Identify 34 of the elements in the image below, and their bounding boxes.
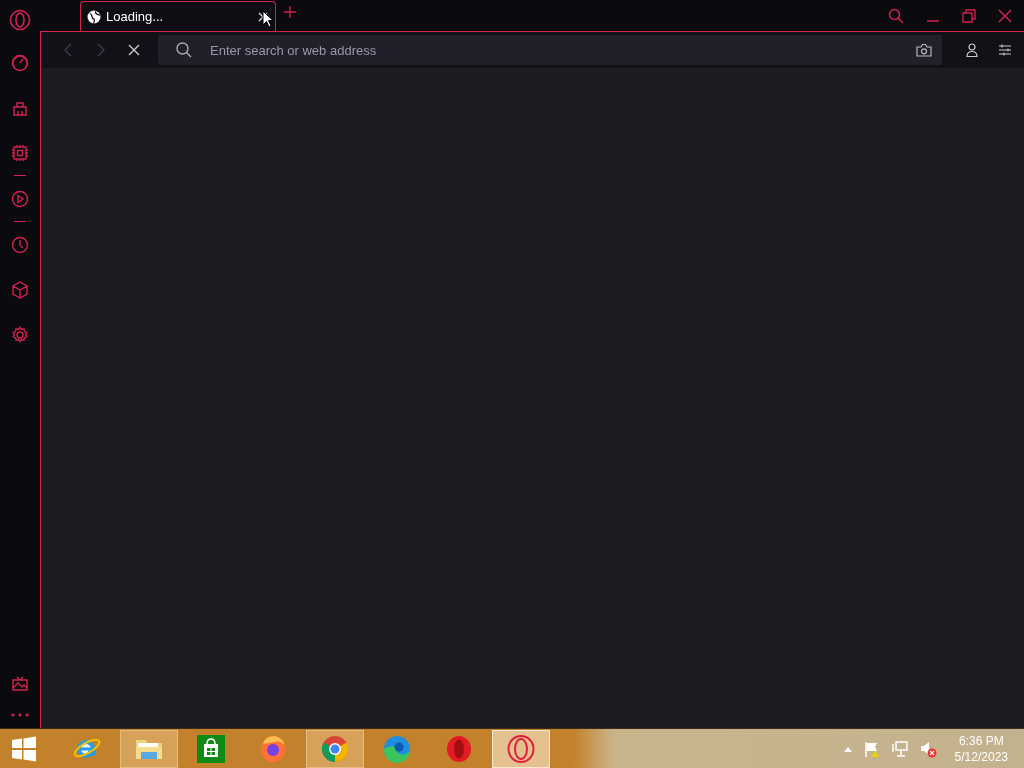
round-browser-icon	[320, 733, 350, 764]
picture-frame-icon[interactable]	[10, 674, 30, 694]
stop-icon[interactable]	[127, 44, 140, 56]
shopping-bag-icon	[196, 733, 226, 764]
wave-icon	[382, 733, 412, 764]
speaker-muted-icon[interactable]	[918, 739, 937, 758]
search-icon	[176, 42, 192, 58]
cube-icon[interactable]	[10, 279, 30, 300]
ring-icon	[506, 733, 536, 764]
more-icon[interactable]	[10, 712, 30, 718]
taskbar-app-button[interactable]	[120, 729, 178, 768]
speedometer-icon[interactable]	[10, 52, 30, 73]
start-icon[interactable]	[10, 734, 38, 763]
user-icon[interactable]	[966, 43, 978, 57]
menu-icon[interactable]	[998, 44, 1012, 56]
flag-icon[interactable]	[862, 739, 881, 758]
chip-icon[interactable]	[10, 142, 30, 163]
fox-globe-icon	[258, 733, 288, 764]
address-field[interactable]: Enter search or web address	[158, 35, 942, 65]
browser-tab[interactable]: Loading...	[80, 1, 276, 31]
search-icon[interactable]	[888, 7, 904, 24]
restore-icon[interactable]	[962, 8, 976, 23]
globe-icon	[87, 9, 101, 24]
taskbar-app-button[interactable]	[306, 729, 364, 768]
new-tab-icon[interactable]	[284, 6, 296, 18]
camera-icon[interactable]	[916, 43, 932, 57]
clock-icon[interactable]	[10, 234, 30, 255]
tab-title: Loading...	[106, 9, 165, 24]
play-icon[interactable]	[10, 188, 30, 209]
browser-logo-icon[interactable]	[9, 9, 31, 31]
letter-o-icon	[444, 733, 474, 764]
settings-icon[interactable]	[10, 324, 30, 345]
cursor-icon	[262, 10, 274, 28]
taskbar-app-button[interactable]	[492, 729, 550, 768]
